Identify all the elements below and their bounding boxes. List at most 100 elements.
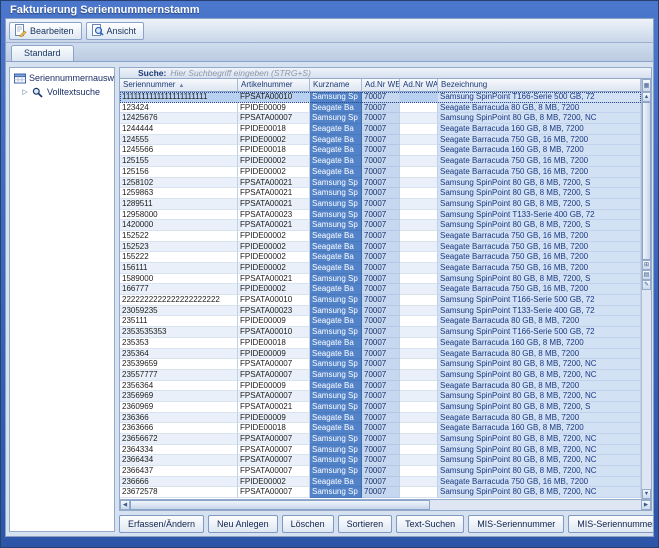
table-cell: Samsung Sp — [310, 359, 362, 370]
sortieren-button[interactable]: Sortieren — [338, 515, 393, 533]
tree-item-volltextsuche[interactable]: ▷Volltextsuche — [10, 85, 114, 99]
table-cell: 70007 — [362, 423, 400, 434]
table-row[interactable]: 235111FPIDE00009Seagate Ba70007Seagate B… — [120, 316, 641, 327]
erfassen-andern-button[interactable]: Erfassen/Ändern — [119, 515, 204, 533]
table-row[interactable]: 1245566FPIDE00018Seagate Ba70007Seagate … — [120, 145, 641, 156]
table-row[interactable]: 2364334FPSATA00007Samsung Sp70007Samsung… — [120, 445, 641, 456]
column-header-kurzname[interactable]: Kurzname — [310, 79, 362, 92]
neu-anlegen-button[interactable]: Neu Anlegen — [208, 515, 278, 533]
table-row[interactable]: 155222FPIDE00002Seagate Ba70007Seagate B… — [120, 252, 641, 263]
vertical-scrollbar-thumb[interactable] — [642, 102, 651, 260]
table-cell: 1420000 — [120, 220, 238, 231]
table-cell: 70007 — [362, 434, 400, 445]
text-suchen-button[interactable]: Text-Suchen — [396, 515, 464, 533]
table-cell — [400, 306, 438, 317]
table-cell: FPIDE00009 — [238, 381, 310, 392]
table-row[interactable]: 23672578FPSATA00007Samsung Sp70007Samsun… — [120, 487, 641, 498]
table-row[interactable]: 236666FPIDE00002Seagate Ba70007Seagate B… — [120, 477, 641, 488]
scroll-right-icon[interactable]: ▶ — [641, 500, 651, 510]
table-row[interactable]: 1589000FPSATA00021Samsung Sp70007Samsung… — [120, 274, 641, 285]
expand-arrow-icon[interactable]: ▷ — [21, 88, 29, 96]
table-row[interactable]: 1258102FPSATA00021Samsung Sp70007Samsung… — [120, 178, 641, 189]
table-row[interactable]: 2356969FPSATA00007Samsung Sp70007Samsung… — [120, 391, 641, 402]
vertical-scrollbar[interactable]: ▦ ▲ ⊞ ▤ ✎ ▼ — [641, 79, 651, 499]
column-header-ad-nr-wa[interactable]: Ad.Nr WA — [400, 79, 438, 92]
table-row[interactable]: 1244444FPIDE00018Seagate Ba70007Seagate … — [120, 124, 641, 135]
scroll-down-icon[interactable]: ▼ — [642, 489, 651, 499]
table-cell: 2356969 — [120, 391, 238, 402]
table-cell: Samsung Sp — [310, 274, 362, 285]
column-chooser-icon[interactable]: ▦ — [642, 79, 651, 92]
table-row[interactable]: 2222222222222222222222FPSATA00010Samsung… — [120, 295, 641, 306]
table-cell: Seagate Barracuda 750 GB, 16 MB, 7200 — [438, 477, 641, 488]
table-row[interactable]: 152522FPIDE00002Seagate Ba70007Seagate B… — [120, 231, 641, 242]
grid-quick-button-3[interactable]: ✎ — [642, 280, 651, 290]
grid-quick-button-1[interactable]: ⊞ — [642, 260, 651, 270]
table-row[interactable]: 1259863FPSATA00021Samsung Sp70007Samsung… — [120, 188, 641, 199]
tree-item-seriennummernauswahl[interactable]: Seriennummernauswahl — [10, 71, 114, 85]
table-cell: Seagate Ba — [310, 135, 362, 146]
table-row[interactable]: 156111FPIDE00002Seagate Ba70007Seagate B… — [120, 263, 641, 274]
table-cell — [400, 402, 438, 413]
table-row[interactable]: 2356364FPIDE00009Seagate Ba70007Seagate … — [120, 381, 641, 392]
table-row[interactable]: 12425676FPSATA00007Samsung Sp70007Samsun… — [120, 113, 641, 124]
column-header-seriennummer[interactable]: Seriennummer▲ — [120, 79, 238, 92]
view-icon — [91, 24, 104, 37]
table-row[interactable]: 125156FPIDE00002Seagate Ba70007Seagate B… — [120, 167, 641, 178]
column-header-bezeichnung[interactable]: Bezeichnung — [438, 79, 641, 92]
tab-standard[interactable]: Standard — [11, 45, 74, 61]
table-row[interactable]: 166777FPIDE00002Seagate Ba70007Seagate B… — [120, 284, 641, 295]
table-cell: Samsung Sp — [310, 402, 362, 413]
table-row[interactable]: 2366437FPSATA00007Samsung Sp70007Samsung… — [120, 466, 641, 477]
table-row[interactable]: 1111111111111111111111FPSATA00010Samsung… — [120, 92, 641, 103]
table-row[interactable]: 23539659FPSATA00007Samsung Sp70007Samsun… — [120, 359, 641, 370]
table-row[interactable]: 125155FPIDE00002Seagate Ba70007Seagate B… — [120, 156, 641, 167]
table-row[interactable]: 235353FPIDE00018Seagate Ba70007Seagate B… — [120, 338, 641, 349]
grid-header: Seriennummer▲ArtikelnummerKurznameAd.Nr … — [120, 79, 641, 92]
table-row[interactable]: 1420000FPSATA00021Samsung Sp70007Samsung… — [120, 220, 641, 231]
tree-item-label: Seriennummernauswahl — [29, 73, 115, 83]
table-row[interactable]: 1289511FPSATA00021Samsung Sp70007Samsung… — [120, 199, 641, 210]
scroll-left-icon[interactable]: ◀ — [120, 500, 130, 510]
table-row[interactable]: 23059235FPSATA00023Samsung Sp70007Samsun… — [120, 306, 641, 317]
table-cell — [400, 188, 438, 199]
table-row[interactable]: 152523FPIDE00002Seagate Ba70007Seagate B… — [120, 242, 641, 253]
table-cell: 70007 — [362, 477, 400, 488]
vertical-scrollbar-track[interactable] — [642, 290, 651, 489]
column-header-label: Ad.Nr WA — [403, 80, 438, 89]
table-row[interactable]: 236366FPIDE00009Seagate Ba70007Seagate B… — [120, 413, 641, 424]
table-row[interactable]: 23656672FPSATA00007Samsung Sp70007Samsun… — [120, 434, 641, 445]
loschen-button[interactable]: Löschen — [282, 515, 334, 533]
horizontal-scrollbar-track[interactable] — [130, 500, 641, 510]
search-bar[interactable]: Suche: Hier Suchbegriff eingeben (STRG+S… — [119, 67, 652, 79]
mis-seriennummernbewegungen-button[interactable]: MIS-Seriennummernbewegungen — [568, 515, 653, 533]
table-cell: Seagate Ba — [310, 423, 362, 434]
grid-quick-button-2[interactable]: ▤ — [642, 270, 651, 280]
table-cell: 125156 — [120, 167, 238, 178]
horizontal-scrollbar[interactable]: ◀ ▶ — [119, 500, 652, 511]
table-row[interactable]: 2363666FPIDE00018Seagate Ba70007Seagate … — [120, 423, 641, 434]
table-row[interactable]: 235364FPIDE00009Seagate Ba70007Seagate B… — [120, 349, 641, 360]
table-row[interactable]: 23557777FPSATA00007Samsung Sp70007Samsun… — [120, 370, 641, 381]
horizontal-scrollbar-thumb[interactable] — [130, 500, 430, 510]
toolbar-button-bearbeiten[interactable]: Bearbeiten — [9, 22, 82, 40]
table-row[interactable]: 123424FPIDE00009Seagate Ba70007Seagate B… — [120, 103, 641, 114]
table-cell: Samsung SpinPoint 80 GB, 8 MB, 7200, NC — [438, 487, 641, 498]
column-header-artikelnummer[interactable]: Artikelnummer — [238, 79, 310, 92]
column-header-ad-nr-we[interactable]: Ad.Nr WE — [362, 79, 400, 92]
table-cell: 2366437 — [120, 466, 238, 477]
table-cell — [400, 242, 438, 253]
table-row[interactable]: 2360969FPSATA00021Samsung Sp70007Samsung… — [120, 402, 641, 413]
table-row[interactable]: 2366434FPSATA00007Samsung Sp70007Samsung… — [120, 455, 641, 466]
table-cell: Samsung SpinPoint 80 GB, 8 MB, 7200, NC — [438, 434, 641, 445]
table-cell: 1289511 — [120, 199, 238, 210]
toolbar-button-ansicht[interactable]: Ansicht — [86, 22, 145, 40]
scroll-up-icon[interactable]: ▲ — [642, 92, 651, 102]
table-row[interactable]: 2353535353FPSATA00010Samsung Sp70007Sams… — [120, 327, 641, 338]
table-cell: FPIDE00009 — [238, 413, 310, 424]
table-row[interactable]: 124555FPIDE00002Seagate Ba70007Seagate B… — [120, 135, 641, 146]
table-row[interactable]: 12958000FPSATA00023Samsung Sp70007Samsun… — [120, 210, 641, 221]
table-cell: 2360969 — [120, 402, 238, 413]
table-cell: 70007 — [362, 103, 400, 114]
mis-seriennummer-button[interactable]: MIS-Seriennummer — [468, 515, 564, 533]
